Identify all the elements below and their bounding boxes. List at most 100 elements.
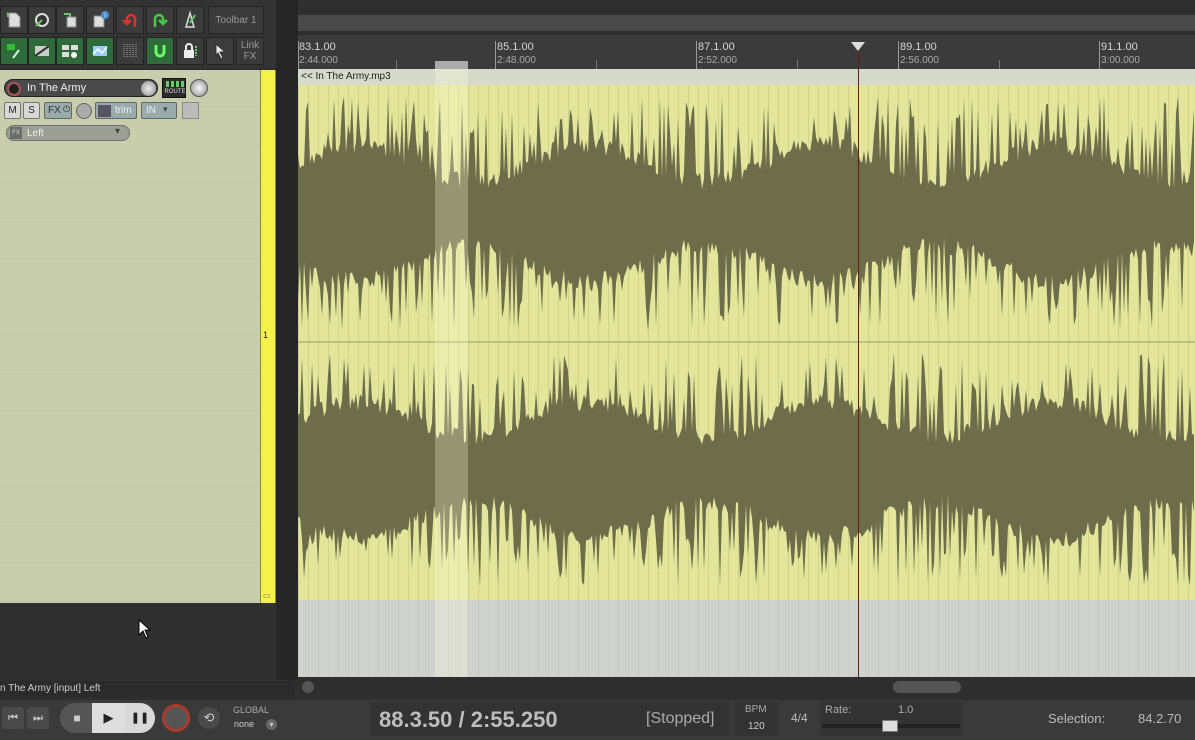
transport-bar: ⏮ ⏭ ■ ▶ ❚❚ ⟲ GLOBAL none ▾ 88.3.50 / 2:5… (0, 700, 1195, 740)
link-fx-button[interactable]: Link FX (236, 37, 264, 65)
route-meter-icon (166, 81, 184, 87)
in-label: IN (146, 105, 156, 116)
svg-text:i: i (104, 13, 105, 19)
solo-button[interactable]: S (23, 102, 40, 119)
chevron-down-icon: ▾ (115, 126, 121, 137)
empty-track-area[interactable] (298, 600, 1195, 677)
ruler-tick (898, 41, 899, 69)
new-project-icon[interactable] (0, 6, 28, 34)
track-control-panel: In The Army ROUTE M S FX ⏻ trim IN ▾ FX … (0, 70, 260, 603)
ruler-time-label: 2:44.000 (299, 55, 338, 66)
route-button[interactable]: ROUTE (162, 78, 186, 98)
pan-knob-icon[interactable] (190, 79, 208, 97)
ruler-bar-label: 89.1.00 (900, 41, 937, 53)
mute-button[interactable]: M (4, 102, 21, 119)
snap-icon[interactable] (0, 37, 28, 65)
bpm-display[interactable]: BPM 120 (734, 702, 778, 736)
rate-value: 1.0 (898, 704, 914, 716)
horizontal-scrollbar[interactable] (298, 678, 1195, 696)
position-display: 88.3.50 / 2:55.250 (379, 707, 558, 732)
play-icon[interactable]: ▶ (92, 703, 125, 733)
metronome-icon[interactable] (176, 6, 204, 34)
time-selection[interactable] (435, 69, 468, 677)
toolbar-label[interactable]: Toolbar 1 (208, 6, 264, 34)
automation-mode-button[interactable]: trim (95, 102, 137, 119)
main-toolbar: i Toolbar 1 Link FX (0, 0, 295, 68)
cursor-marker-icon[interactable] (851, 42, 865, 51)
time-display[interactable]: 88.3.50 / 2:55.250 [Stopped] (370, 702, 730, 736)
rate-label: Rate: (825, 704, 852, 716)
tcp-divider (276, 0, 298, 680)
waveform (298, 85, 1195, 600)
global-automation-button[interactable]: GLOBAL none ▾ (232, 703, 280, 733)
region-lane[interactable] (298, 15, 1195, 31)
track-selection-strip[interactable]: 1 ▭ (260, 70, 276, 603)
ruler-tick (696, 41, 697, 69)
go-to-start-icon[interactable]: ⏮ (2, 707, 24, 729)
route-label: ROUTE (164, 89, 186, 95)
pause-icon[interactable]: ❚❚ (125, 703, 155, 733)
repeat-icon[interactable]: ⟲ (198, 707, 220, 729)
ruler-bar-label: 85.1.00 (497, 41, 534, 53)
grid-icon[interactable] (56, 37, 84, 65)
go-to-end-icon[interactable]: ⏭ (27, 707, 49, 729)
loop-icon[interactable] (146, 37, 174, 65)
ruler-time-label: 2:48.000 (497, 55, 536, 66)
status-bar: n The Army [input] Left (0, 681, 295, 697)
fx-button[interactable]: FX ⏻ (44, 102, 72, 119)
fx-bypass-icon[interactable]: ⏻ (63, 104, 70, 115)
tcp-empty-area[interactable] (0, 603, 290, 678)
lock-icon[interactable] (176, 37, 204, 65)
ripple-edit-icon[interactable] (28, 37, 56, 65)
chevron-down-icon: ▾ (163, 104, 168, 114)
input-monitor-button[interactable]: IN ▾ (141, 102, 177, 119)
fx-label: FX (48, 105, 61, 116)
cursor-tool-icon[interactable] (206, 37, 234, 65)
time-signature[interactable]: 4/4 (791, 711, 808, 725)
rate-slider-handle[interactable] (882, 720, 898, 732)
timeline-ruler[interactable]: 83.1.00 2:44.000 85.1.00 2:48.000 87.1.0… (298, 35, 1195, 69)
redo-icon[interactable] (146, 6, 174, 34)
undo-icon[interactable] (116, 6, 144, 34)
grid-lines-icon[interactable] (116, 37, 144, 65)
ruler-subtick (797, 60, 798, 69)
media-item-header: << In The Army.mp3 (298, 69, 1195, 85)
volume-knob-icon[interactable] (141, 81, 156, 96)
selection-value[interactable]: 84.2.70 (1138, 711, 1181, 726)
project-settings-icon[interactable] (28, 6, 56, 34)
playrate-control[interactable]: Rate: 1.0 (820, 702, 962, 736)
media-item-name: << In The Army.mp3 (301, 71, 391, 82)
scroll-left-icon[interactable] (302, 681, 314, 693)
folder-icon: ▭ (263, 591, 271, 600)
global-label: GLOBAL (233, 705, 270, 715)
track-name-field[interactable]: In The Army (4, 79, 158, 97)
transport-state: [Stopped] (646, 710, 715, 727)
mouse-pointer-icon (138, 619, 152, 639)
phase-icon[interactable] (76, 103, 92, 119)
selection-label: Selection: (1048, 711, 1106, 726)
envelope-icon[interactable] (86, 37, 114, 65)
ruler-subtick (999, 60, 1000, 69)
arrange-view[interactable]: << In The Army.mp3 (298, 69, 1195, 677)
input-select[interactable]: FX Left ▾ (6, 125, 130, 141)
edit-cursor (858, 42, 859, 677)
track-number: 1 (263, 330, 269, 340)
record-icon[interactable] (162, 704, 190, 732)
project-info-icon[interactable]: i (86, 6, 114, 34)
time-selection-marker[interactable] (435, 61, 468, 69)
reaper-window: i Toolbar 1 Link FX In The Army ROUTE M … (0, 0, 1195, 740)
zoom-slider[interactable] (893, 681, 961, 693)
bpm-value: 120 (748, 721, 765, 732)
media-item[interactable]: << In The Army.mp3 (298, 69, 1195, 600)
stop-icon[interactable]: ■ (62, 705, 92, 731)
record-mode-icon[interactable] (182, 102, 199, 119)
chevron-down-icon: ▾ (266, 719, 277, 730)
ruler-tick (495, 41, 496, 69)
record-arm-icon[interactable] (7, 82, 21, 96)
input-fx-badge: FX (10, 127, 22, 139)
ruler-bar-label: 87.1.00 (698, 41, 735, 53)
envelope-icon (98, 105, 111, 117)
ruler-subtick (396, 60, 397, 69)
save-project-icon[interactable] (56, 6, 84, 34)
ruler-time-label: 3:00.000 (1101, 55, 1140, 66)
